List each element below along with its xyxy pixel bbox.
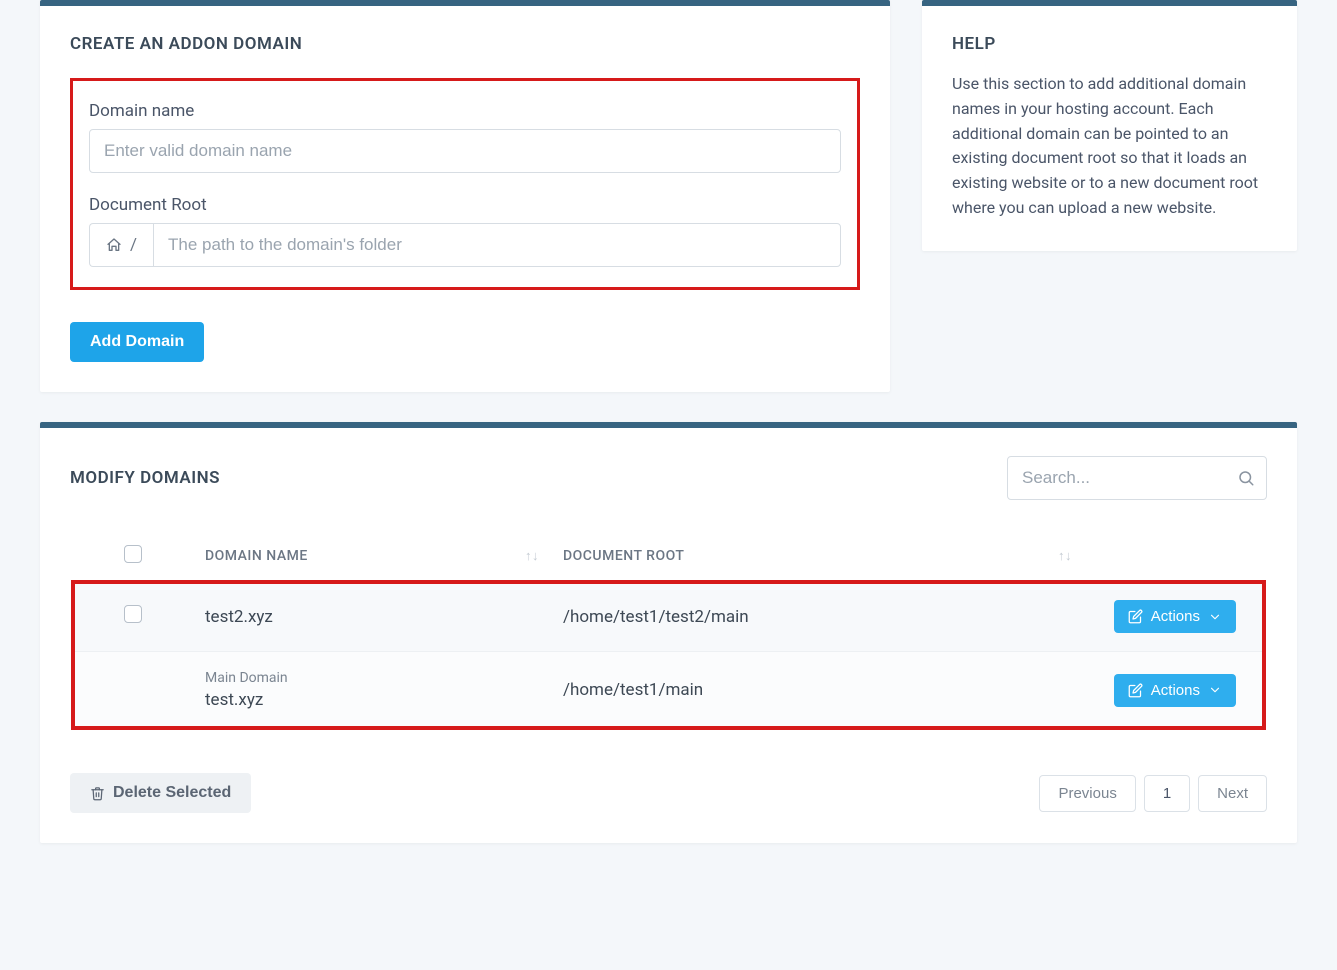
document-root-input[interactable] [153, 223, 841, 267]
domain-cell: test.xyz [205, 690, 263, 710]
panel-title: HELP [952, 34, 1267, 54]
col-document-root[interactable]: DOCUMENT ROOT ↑↓ [551, 531, 1084, 582]
document-root-label: Document Root [89, 195, 841, 215]
col-domain-name[interactable]: DOMAIN NAME ↑↓ [193, 531, 551, 582]
document-root-slash: / [130, 235, 137, 255]
edit-icon [1128, 609, 1143, 624]
search-icon [1237, 469, 1255, 487]
domain-name-input[interactable] [89, 129, 841, 173]
actions-label: Actions [1151, 682, 1200, 699]
modify-domains-panel: MODIFY DOMAINS DOMAIN NAME ↑↓ DOCUMENT R… [40, 422, 1297, 843]
actions-button[interactable]: Actions [1114, 674, 1236, 707]
document-root-cell: /home/test1/main [551, 652, 1084, 729]
pager-next-button[interactable]: Next [1198, 775, 1267, 812]
actions-label: Actions [1151, 608, 1200, 625]
edit-icon [1128, 683, 1143, 698]
sort-icon: ↑↓ [1058, 548, 1072, 564]
panel-title: MODIFY DOMAINS [70, 468, 220, 488]
table-row: Main Domain test.xyz/home/test1/main Actio… [73, 652, 1264, 729]
help-text: Use this section to add additional domai… [952, 72, 1267, 221]
pager: Previous 1 Next [1039, 775, 1267, 812]
create-addon-domain-panel: CREATE AN ADDON DOMAIN Domain name Docum… [40, 0, 890, 392]
panel-title: CREATE AN ADDON DOMAIN [70, 34, 860, 54]
pager-prev-button[interactable]: Previous [1039, 775, 1135, 812]
domain-name-label: Domain name [89, 101, 841, 121]
chevron-down-icon [1208, 610, 1222, 624]
help-panel: HELP Use this section to add additional … [922, 0, 1297, 251]
table-row: test2.xyz/home/test1/test2/main Actions [73, 582, 1264, 652]
sort-icon: ↑↓ [525, 548, 539, 564]
select-all-checkbox[interactable] [124, 545, 142, 563]
document-root-cell: /home/test1/test2/main [551, 582, 1084, 652]
row-checkbox[interactable] [124, 605, 142, 623]
home-icon [106, 237, 122, 253]
search-input[interactable] [1007, 456, 1267, 500]
trash-icon [90, 786, 105, 801]
chevron-down-icon [1208, 683, 1222, 697]
form-highlight-box: Domain name Document Root / [70, 78, 860, 290]
add-domain-button[interactable]: Add Domain [70, 322, 204, 362]
actions-button[interactable]: Actions [1114, 600, 1236, 633]
document-root-prefix: / [89, 223, 153, 267]
domains-table: DOMAIN NAME ↑↓ DOCUMENT ROOT ↑↓ test2.xy… [73, 531, 1264, 728]
domain-cell: test2.xyz [205, 607, 273, 627]
delete-selected-button[interactable]: Delete Selected [70, 773, 251, 813]
delete-selected-label: Delete Selected [113, 784, 231, 802]
pager-page-button[interactable]: 1 [1144, 775, 1190, 812]
main-domain-label: Main Domain [205, 670, 539, 686]
